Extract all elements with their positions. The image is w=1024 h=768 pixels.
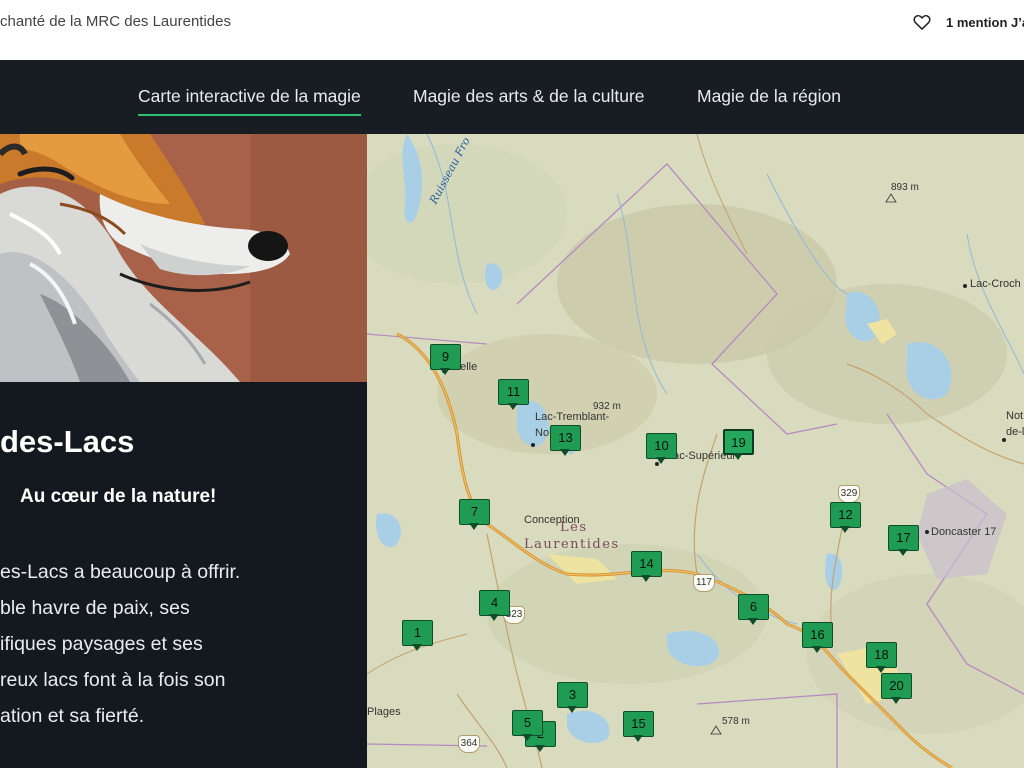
marker-label: 11 xyxy=(498,379,529,405)
story-subheading: Au cœur de la nature! xyxy=(20,486,217,507)
tab-arts-culture[interactable]: Magie des arts & de la culture xyxy=(413,86,645,107)
map-marker-18[interactable]: 18 xyxy=(866,642,897,673)
map-marker-16[interactable]: 16 xyxy=(802,622,833,653)
like-count: 1 mention J’aime xyxy=(946,14,1024,30)
map-marker-11[interactable]: 11 xyxy=(498,379,529,410)
marker-label: 15 xyxy=(623,711,654,737)
interactive-map[interactable]: Ruisseau Fro 893 m 932 m 578 m belle Lac… xyxy=(367,134,1024,768)
map-marker-20[interactable]: 20 xyxy=(881,673,912,704)
marker-label: 4 xyxy=(479,590,510,616)
map-marker-6[interactable]: 6 xyxy=(738,594,769,625)
peak-label: 578 m xyxy=(722,716,750,727)
map-marker-9[interactable]: 9 xyxy=(430,344,461,375)
map-marker-19[interactable]: 19 xyxy=(723,429,754,460)
top-bar: chanté de la MRC des Laurentides 1 menti… xyxy=(0,0,1024,60)
route-shield: 364 xyxy=(458,735,480,753)
marker-label: 17 xyxy=(888,525,919,551)
place-label: No xyxy=(535,427,550,439)
marker-label: 3 xyxy=(557,682,588,708)
place-label: Doncaster 17 xyxy=(931,526,997,538)
marker-label: 18 xyxy=(866,642,897,668)
marker-label: 5 xyxy=(512,710,543,736)
marker-label: 19 xyxy=(723,429,754,455)
page-title: chanté de la MRC des Laurentides xyxy=(0,13,231,30)
marker-label: 9 xyxy=(430,344,461,370)
marker-label: 7 xyxy=(459,499,490,525)
place-label: Lac-Croch xyxy=(970,278,1021,290)
map-marker-12[interactable]: 12 xyxy=(830,502,861,533)
marker-label: 12 xyxy=(830,502,861,528)
marker-label: 6 xyxy=(738,594,769,620)
place-label: Not xyxy=(1006,410,1024,422)
heart-icon xyxy=(913,15,931,30)
map-marker-14[interactable]: 14 xyxy=(631,551,662,582)
region-label: Les xyxy=(560,520,588,535)
paragraph-line: ifiques paysages et ses xyxy=(0,633,203,655)
place-label: Lac-Tremblant- xyxy=(535,411,610,423)
place-label: Plages xyxy=(367,706,401,718)
paragraph-line: es-Lacs a beaucoup à offrir. xyxy=(0,561,241,583)
map-marker-7[interactable]: 7 xyxy=(459,499,490,530)
marker-label: 13 xyxy=(550,425,581,451)
tab-carte-interactive[interactable]: Carte interactive de la magie xyxy=(138,86,361,116)
story-panel: des-Lacs Au cœur de la nature! es-Lacs a… xyxy=(0,134,367,768)
main-navigation: Carte interactive de la magie Magie des … xyxy=(0,60,1024,134)
marker-label: 10 xyxy=(646,433,677,459)
region-label: Laurentides xyxy=(524,537,620,552)
peak-label: 893 m xyxy=(891,182,919,193)
route-shield: 117 xyxy=(693,574,715,592)
map-marker-3[interactable]: 3 xyxy=(557,682,588,713)
map-marker-13[interactable]: 13 xyxy=(550,425,581,456)
map-marker-4[interactable]: 4 xyxy=(479,590,510,621)
paragraph-line: ation et sa fierté. xyxy=(0,705,145,727)
fox-painting xyxy=(0,134,367,382)
marker-label: 20 xyxy=(881,673,912,699)
marker-label: 1 xyxy=(402,620,433,646)
map-marker-10[interactable]: 10 xyxy=(646,433,677,464)
marker-label: 16 xyxy=(802,622,833,648)
place-label: de-l xyxy=(1006,426,1024,438)
tab-magie-region[interactable]: Magie de la région xyxy=(697,86,841,107)
route-shield: 329 xyxy=(838,485,860,503)
paragraph-line: reux lacs font à la fois son xyxy=(0,669,226,691)
map-marker-15[interactable]: 15 xyxy=(623,711,654,742)
like-button[interactable]: 1 mention J’aime xyxy=(912,11,1024,33)
story-heading: des-Lacs xyxy=(0,424,135,459)
story-paragraph: es-Lacs a beaucoup à offrir. ble havre d… xyxy=(0,554,367,734)
marker-label: 14 xyxy=(631,551,662,577)
paragraph-line: ble havre de paix, ses xyxy=(0,597,190,619)
map-marker-17[interactable]: 17 xyxy=(888,525,919,556)
map-marker-5[interactable]: 5 xyxy=(512,710,543,741)
map-marker-1[interactable]: 1 xyxy=(402,620,433,651)
